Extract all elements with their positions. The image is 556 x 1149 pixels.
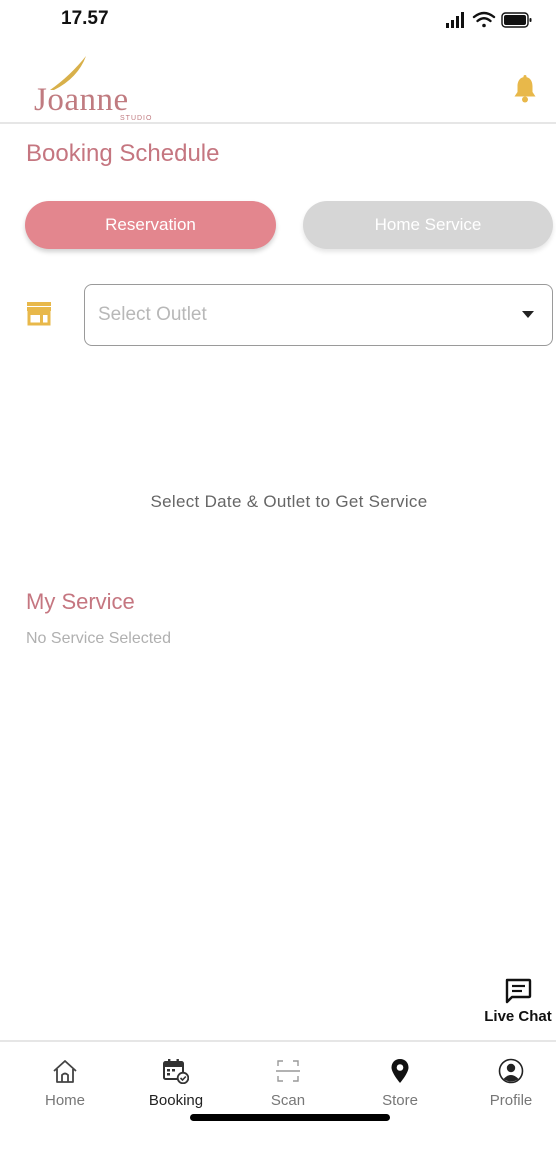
brand-logo: Joanne STUDIO [30, 56, 170, 122]
store-icon [27, 302, 51, 326]
nav-item-store[interactable]: Store [355, 1056, 445, 1114]
status-bar: 17.57 [0, 0, 556, 44]
status-time: 17.57 [61, 8, 109, 29]
nav-item-profile[interactable]: Profile [466, 1056, 556, 1114]
bell-icon[interactable] [512, 75, 538, 103]
wifi-icon [472, 11, 496, 28]
nav-label-booking: Booking [148, 1092, 204, 1109]
chat-icon [505, 978, 532, 1004]
location-pin-icon [391, 1059, 409, 1083]
home-icon [53, 1060, 77, 1083]
calendar-check-icon [163, 1059, 189, 1084]
nav-label-scan: Scan [270, 1092, 306, 1109]
my-service-empty: No Service Selected [26, 630, 171, 647]
battery-icon [501, 12, 532, 28]
nav-item-home[interactable]: Home [20, 1056, 110, 1114]
logo-subtext: STUDIO [120, 115, 153, 122]
scan-icon [276, 1060, 300, 1082]
app-header: Joanne STUDIO [0, 50, 556, 124]
nav-label-profile: Profile [489, 1092, 533, 1109]
outlet-select[interactable]: Select Outlet [84, 284, 553, 346]
logo-text: Joanne [34, 82, 129, 118]
outlet-placeholder: Select Outlet [98, 304, 207, 325]
empty-state-hint: Select Date & Outlet to Get Service [150, 492, 428, 511]
signal-icon [446, 12, 464, 28]
status-icons [446, 11, 532, 28]
tab-reservation[interactable]: Reservation [25, 201, 276, 249]
profile-icon [498, 1058, 524, 1084]
nav-item-booking[interactable]: Booking [131, 1056, 221, 1114]
my-service-title: My Service [26, 589, 135, 614]
home-indicator [190, 1114, 390, 1121]
nav-label-store: Store [382, 1092, 418, 1109]
nav-label-home: Home [44, 1092, 85, 1109]
live-chat-button[interactable]: Live Chat [482, 974, 554, 1030]
live-chat-label: Live Chat [484, 1008, 552, 1025]
caret-down-icon [522, 311, 534, 318]
page-title: Booking Schedule [26, 140, 220, 167]
tab-home-service[interactable]: Home Service [303, 201, 553, 249]
bottom-nav: Home Booking Scan Store Profile [0, 1040, 556, 1112]
nav-item-scan[interactable]: Scan [243, 1056, 333, 1114]
